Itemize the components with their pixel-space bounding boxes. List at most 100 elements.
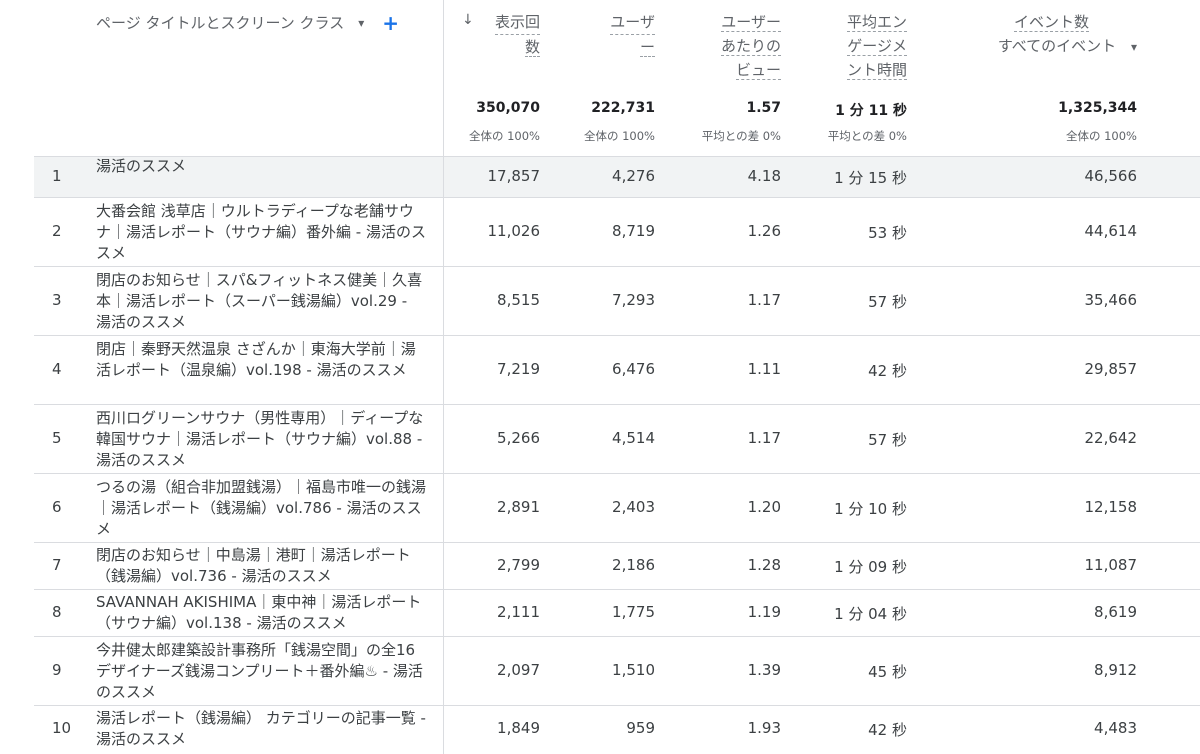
total-views-per-user-sub: 平均との差 0%	[701, 129, 781, 143]
page-title-link[interactable]: 湯活のススメ	[96, 156, 426, 177]
cell-views: 2,111	[497, 603, 540, 621]
cell-views-per-user: 1.26	[747, 222, 781, 240]
row-index: 10	[52, 719, 72, 737]
row-index: 2	[52, 222, 62, 240]
table-row[interactable]: 7 閉店のお知らせ｜中島湯｜港町｜湯活レポート（銭湯編）vol.736 - 湯活の…	[34, 542, 1200, 589]
page-title-link[interactable]: 西川ログリーンサウナ（男性専用）｜ディープな韓国サウナ｜湯活レポート（サウナ編）…	[96, 408, 426, 471]
table-row[interactable]: 1 湯活のススメ 17,857 4,276 4.18 1 分 15 秒 46,566	[34, 156, 1200, 197]
row-index: 1	[52, 167, 62, 185]
page-title-link[interactable]: 湯活レポート（銭湯編） カテゴリーの記事一覧 - 湯活のススメ	[96, 708, 426, 750]
table-body: 1 湯活のススメ 17,857 4,276 4.18 1 分 15 秒 46,566 2 大番会…	[34, 156, 1200, 752]
cell-views: 8,515	[497, 291, 540, 309]
cell-users: 959	[626, 719, 655, 737]
report-table: ページ タイトルとスクリーン クラス ▾ + ↓ 表示回 数 ユーザ ー ユーザ…	[0, 0, 1200, 754]
table-row[interactable]: 6 つるの湯（組合非加盟銭湯）｜福島市唯一の銭湯｜湯活レポート（銭湯編）vol.7…	[34, 473, 1200, 542]
column-header-avg-engagement-time[interactable]: 平均エン ゲージメ ント時間	[846, 10, 907, 82]
table-header: ページ タイトルとスクリーン クラス ▾ + ↓ 表示回 数 ユーザ ー ユーザ…	[0, 0, 1200, 156]
cell-views: 1,849	[497, 719, 540, 737]
row-index: 6	[52, 498, 62, 516]
cell-event-count: 8,912	[1094, 661, 1137, 679]
table-row[interactable]: 8 SAVANNAH AKISHIMA｜東中神｜湯活レポート（サウナ編）vol.1…	[34, 589, 1200, 636]
row-index: 5	[52, 429, 62, 447]
cell-views-per-user: 1.39	[747, 661, 781, 679]
column-divider	[443, 0, 444, 754]
cell-users: 2,186	[612, 556, 655, 574]
total-users-sub: 全体の 100%	[583, 129, 655, 143]
cell-views-per-user: 1.17	[747, 429, 781, 447]
cell-views-per-user: 1.28	[747, 556, 781, 574]
cell-event-count: 44,614	[1084, 222, 1138, 240]
total-views: 350,070	[476, 100, 540, 116]
cell-users: 6,476	[612, 360, 655, 378]
chevron-down-icon[interactable]: ▾	[358, 16, 364, 30]
total-event-count-sub: 全体の 100%	[1065, 129, 1137, 143]
table-row[interactable]: 5 西川ログリーンサウナ（男性専用）｜ディープな韓国サウナ｜湯活レポート（サウナ編…	[34, 404, 1200, 473]
cell-views: 11,026	[487, 222, 541, 240]
row-index: 8	[52, 603, 62, 621]
table-row[interactable]: 9 今井健太郎建築設計事務所「銭湯空間」の全16デザイナーズ銭湯コンプリート＋番外…	[34, 636, 1200, 705]
cell-avg-engagement-time: 1 分 09 秒	[834, 558, 907, 576]
table-row[interactable]: 3 閉店のお知らせ｜スパ&フィットネス健美｜久喜本｜湯活レポート（スーパー銭湯編）…	[34, 266, 1200, 335]
cell-event-count: 4,483	[1094, 719, 1137, 737]
cell-views-per-user: 1.11	[747, 360, 781, 378]
cell-event-count: 22,642	[1084, 429, 1138, 447]
row-index: 7	[52, 556, 62, 574]
cell-users: 4,514	[612, 429, 655, 447]
cell-views-per-user: 1.20	[747, 498, 781, 516]
event-filter-dropdown[interactable]: すべてのイベント ▾	[998, 34, 1137, 59]
column-header-event-count[interactable]: イベント数 すべてのイベント ▾	[998, 10, 1137, 59]
page-title-link[interactable]: 大番会館 浅草店｜ウルトラディープな老舗サウナ｜湯活レポート（サウナ編）番外編 …	[96, 201, 426, 264]
total-avg-engagement-time: 1 分 11 秒	[835, 103, 907, 119]
cell-avg-engagement-time: 45 秒	[868, 663, 907, 681]
cell-views: 2,799	[497, 556, 540, 574]
cell-users: 1,510	[612, 661, 655, 679]
table-row[interactable]: 10 湯活レポート（銭湯編） カテゴリーの記事一覧 - 湯活のススメ 1,849 95…	[34, 705, 1200, 752]
row-index: 3	[52, 291, 62, 309]
cell-users: 8,719	[612, 222, 655, 240]
cell-views: 5,266	[497, 429, 540, 447]
dimension-header-label: ページ タイトルとスクリーン クラス	[96, 14, 345, 32]
cell-event-count: 8,619	[1094, 603, 1137, 621]
cell-event-count: 35,466	[1084, 291, 1138, 309]
cell-views: 7,219	[497, 360, 540, 378]
page-title-link[interactable]: 閉店のお知らせ｜スパ&フィットネス健美｜久喜本｜湯活レポート（スーパー銭湯編）v…	[96, 270, 426, 333]
cell-views: 2,097	[497, 661, 540, 679]
cell-event-count: 11,087	[1084, 556, 1138, 574]
cell-avg-engagement-time: 53 秒	[868, 224, 907, 242]
cell-event-count: 12,158	[1084, 498, 1138, 516]
cell-views: 2,891	[497, 498, 540, 516]
add-dimension-icon[interactable]: +	[382, 13, 399, 33]
cell-avg-engagement-time: 1 分 10 秒	[834, 500, 907, 518]
dimension-header[interactable]: ページ タイトルとスクリーン クラス ▾ +	[96, 12, 399, 33]
cell-avg-engagement-time: 42 秒	[868, 362, 907, 380]
cell-users: 4,276	[612, 167, 655, 185]
cell-users: 2,403	[612, 498, 655, 516]
page-title-link[interactable]: SAVANNAH AKISHIMA｜東中神｜湯活レポート（サウナ編）vol.13…	[96, 592, 426, 634]
chevron-down-icon: ▾	[1130, 40, 1137, 54]
column-header-users[interactable]: ユーザ ー	[610, 10, 655, 59]
cell-views-per-user: 1.93	[747, 719, 781, 737]
cell-event-count: 46,566	[1084, 167, 1138, 185]
table-row[interactable]: 4 閉店｜秦野天然温泉 さざんか｜東海大学前｜湯活レポート（温泉編）vol.198…	[34, 335, 1200, 404]
cell-event-count: 29,857	[1084, 360, 1138, 378]
page-title-link[interactable]: 閉店｜秦野天然温泉 さざんか｜東海大学前｜湯活レポート（温泉編）vol.198 …	[96, 339, 426, 381]
total-views-sub: 全体の 100%	[468, 129, 540, 143]
row-index: 9	[52, 661, 62, 679]
column-header-views[interactable]: 表示回 数	[494, 10, 540, 59]
cell-avg-engagement-time: 57 秒	[868, 431, 907, 449]
cell-views: 17,857	[487, 167, 541, 185]
sort-descending-icon[interactable]: ↓	[462, 12, 474, 28]
cell-users: 1,775	[612, 603, 655, 621]
page-title-link[interactable]: つるの湯（組合非加盟銭湯）｜福島市唯一の銭湯｜湯活レポート（銭湯編）vol.78…	[96, 477, 426, 540]
page-title-link[interactable]: 今井健太郎建築設計事務所「銭湯空間」の全16デザイナーズ銭湯コンプリート＋番外編…	[96, 640, 426, 703]
total-views-per-user: 1.57	[746, 100, 781, 116]
column-header-views-per-user[interactable]: ユーザー あたりの ビュー	[720, 10, 781, 82]
cell-avg-engagement-time: 1 分 04 秒	[834, 605, 907, 623]
table-row[interactable]: 2 大番会館 浅草店｜ウルトラディープな老舗サウナ｜湯活レポート（サウナ編）番外編…	[34, 197, 1200, 266]
cell-avg-engagement-time: 57 秒	[868, 293, 907, 311]
total-event-count: 1,325,344	[1058, 100, 1137, 116]
cell-views-per-user: 4.18	[747, 167, 781, 185]
cell-avg-engagement-time: 1 分 15 秒	[834, 169, 907, 187]
cell-views-per-user: 1.17	[747, 291, 781, 309]
page-title-link[interactable]: 閉店のお知らせ｜中島湯｜港町｜湯活レポート（銭湯編）vol.736 - 湯活のス…	[96, 545, 426, 587]
